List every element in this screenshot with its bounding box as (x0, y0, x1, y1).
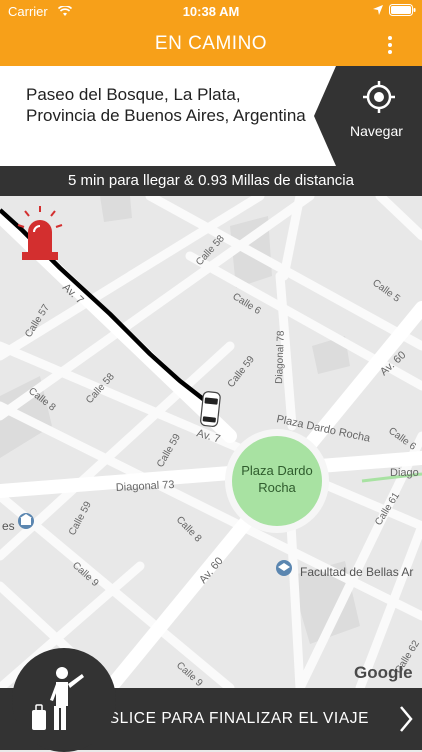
screen-title: EN CAMINO (154, 33, 268, 54)
battery-icon (389, 4, 416, 16)
map-canvas[interactable]: Av. 7 Av. 7 Calle 58 Calle 6 Calle 5 Cal… (0, 191, 422, 695)
plaza-name-line1: Plaza Dardo (241, 463, 313, 478)
clock: 10:38 AM (182, 4, 240, 19)
crosshair-icon (363, 81, 395, 113)
google-logo: Google (354, 663, 413, 682)
status-bar: Carrier 10:38 AM (0, 0, 422, 24)
passenger-luggage-icon (32, 667, 84, 730)
destination-address: Paseo del Bosque, La Plata, Provincia de… (26, 85, 306, 125)
map-view[interactable]: Av. 7 Av. 7 Calle 58 Calle 6 Calle 5 Cal… (0, 191, 422, 695)
slide-to-finish-label: DESLICE PARA FINALIZAR EL VIAJE (86, 710, 370, 727)
slider-handle[interactable] (12, 648, 116, 752)
more-menu-icon[interactable] (380, 33, 400, 57)
poi-museum-label: es (2, 519, 15, 533)
navigate-label: Navegar (350, 123, 403, 139)
car-marker-icon (200, 391, 221, 427)
museum-poi-icon[interactable] (18, 513, 34, 529)
plaza-name-line2: Rocha (258, 480, 296, 495)
location-arrow-icon (373, 5, 383, 15)
eta-bar: 5 min para llegar & 0.93 Millas de dista… (0, 166, 422, 196)
top-bar: EN CAMINO (0, 24, 422, 66)
navigate-button[interactable]: Navegar (314, 66, 422, 166)
street-label-diagonal78: Diagonal 78 (274, 330, 287, 384)
street-label-diagonal-right: Diago (390, 467, 419, 479)
school-poi-icon[interactable] (276, 560, 292, 576)
poi-facultad-label: Facultad de Bellas Ar (300, 565, 413, 579)
chevron-right-icon (400, 706, 413, 732)
